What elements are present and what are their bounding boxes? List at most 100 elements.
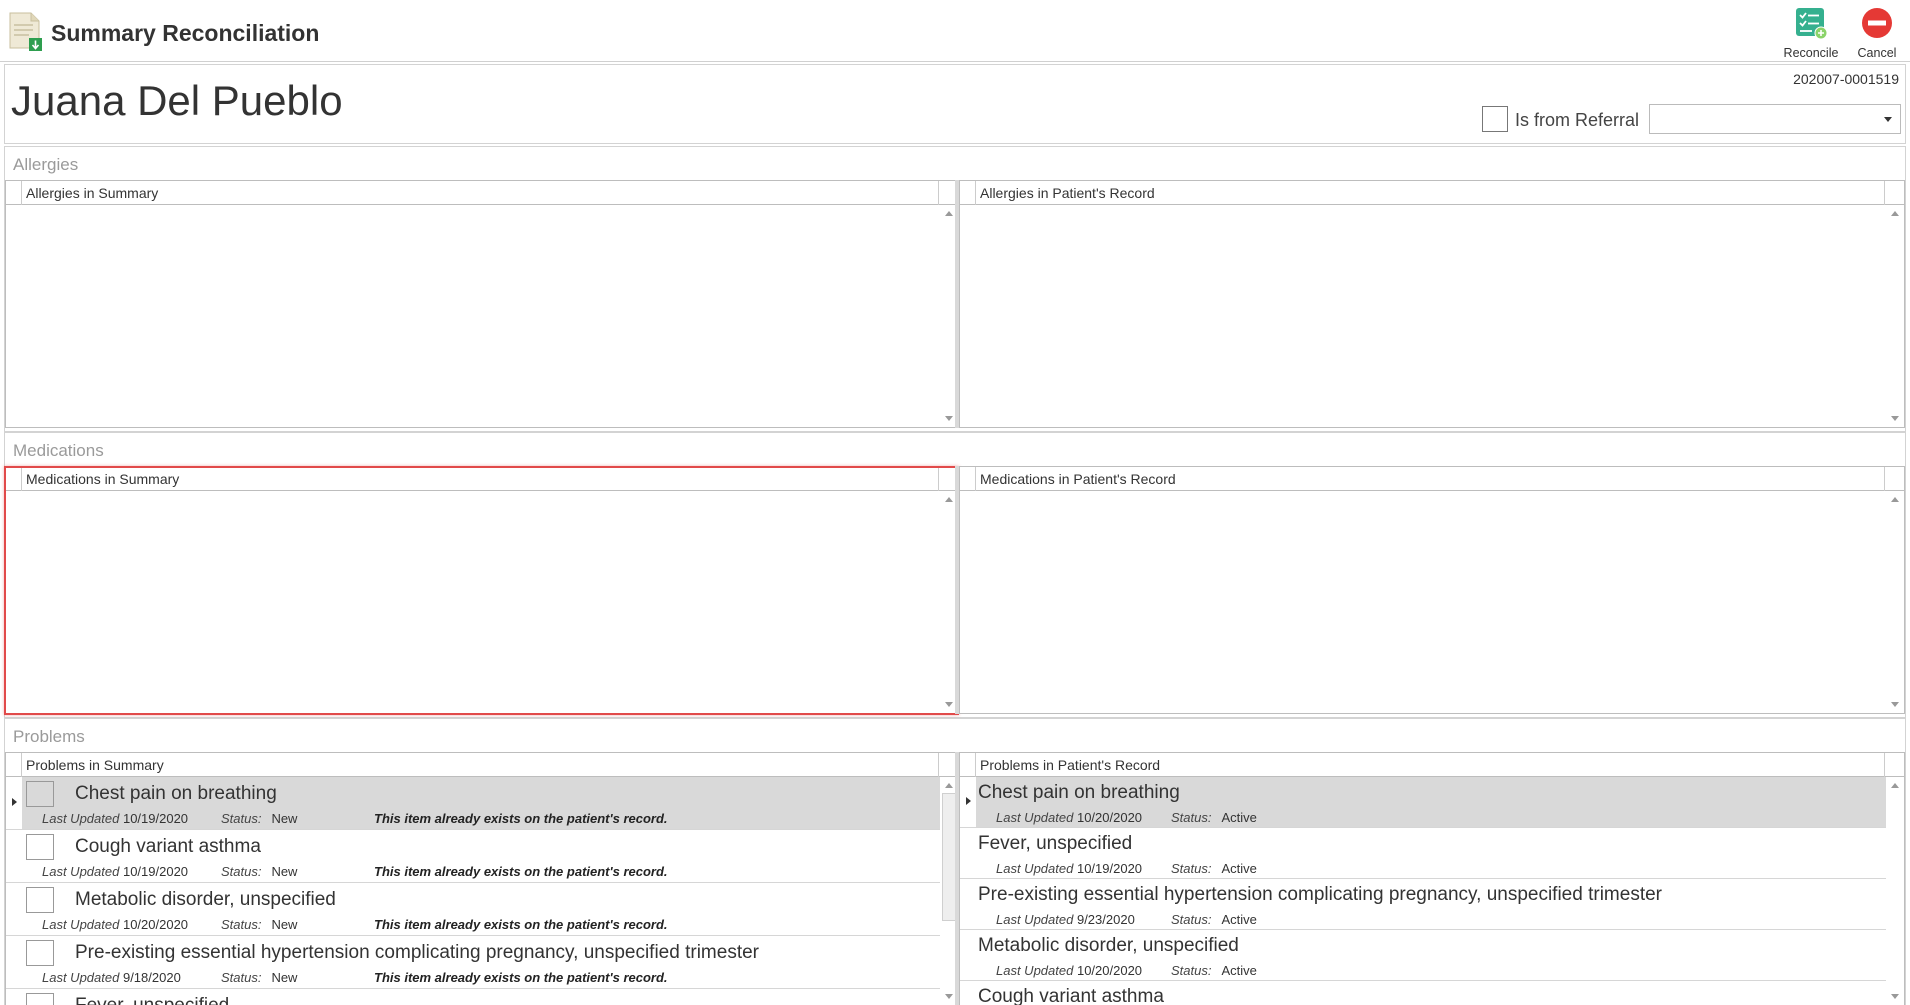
medications-section: Medications Medications in Summary Medic… [4,432,1906,718]
scroll-up-arrow-icon[interactable] [1891,497,1899,502]
vertical-scrollbar[interactable] [1886,777,1904,1005]
last-updated-label: Last Updated [996,912,1074,927]
row-selector[interactable] [960,981,976,1005]
scroll-down-arrow-icon[interactable] [1891,416,1899,421]
status-label: Status: [220,970,262,985]
problem-record-row[interactable]: Chest pain on breathing Last Updated 10/2… [960,777,1886,828]
problem-select-checkbox[interactable] [26,993,54,1005]
grid-header: Problems in Summary [6,753,958,777]
last-updated-label: Last Updated [42,864,120,879]
row-selector-header [960,467,976,491]
problem-name: Pre-existing essential hypertension comp… [75,942,759,963]
allergies-summary-header[interactable]: Allergies in Summary [26,185,158,201]
row-selector[interactable] [960,777,976,827]
scroll-up-arrow-icon[interactable] [1891,783,1899,788]
grid-header: Problems in Patient's Record [960,753,1904,777]
problem-record-row[interactable]: Cough variant asthmaLast Updated Status: [960,981,1886,1005]
row-selector[interactable] [6,989,22,1005]
scroll-up-arrow-icon[interactable] [1891,211,1899,216]
status-label: Status: [1170,810,1212,825]
row-selector[interactable] [6,936,22,988]
problem-record-row[interactable]: Pre-existing essential hypertension comp… [960,879,1886,930]
problem-summary-row[interactable]: Fever, unspecifiedLast Updated Status: [6,989,940,1005]
status-value: New [271,811,298,826]
grid-header: Medications in Patient's Record [960,467,1904,491]
problem-record-row[interactable]: Metabolic disorder, unspecified Last Upda… [960,930,1886,981]
row-selector[interactable] [960,879,976,929]
scroll-up-arrow-icon[interactable] [945,783,953,788]
status-label: Status: [220,864,262,879]
allergies-record-header[interactable]: Allergies in Patient's Record [980,185,1155,201]
problems-summary-grid[interactable]: Problems in Summary Chest pain on breath… [5,752,959,1005]
patient-name: Juana Del Pueblo [11,77,343,124]
document-import-icon [9,12,43,52]
problem-select-checkbox[interactable] [26,887,54,913]
row-selector[interactable] [6,777,22,829]
scroll-down-arrow-icon[interactable] [945,416,953,421]
problem-summary-row[interactable]: Metabolic disorder, unspecified Last Upda… [6,883,940,936]
last-updated-value: 10/19/2020 [122,811,189,826]
problem-meta: Last Updated 10/20/2020 Status: Active [996,810,1257,825]
problem-select-checkbox[interactable] [26,834,54,860]
reconcile-button[interactable]: Reconcile [1776,4,1846,60]
scrollbar-header [1884,753,1904,777]
last-updated-label: Last Updated [996,963,1074,978]
problem-summary-row[interactable]: Cough variant asthma Last Updated 10/19/2… [6,830,940,883]
reconcile-checklist-icon [1796,8,1828,40]
scrollbar-header [1884,181,1904,205]
problem-name: Fever, unspecified [75,995,229,1005]
problem-meta: Last Updated 10/20/2020 Status: Active [996,963,1257,978]
last-updated-value: 9/23/2020 [1076,912,1135,927]
status-value: New [271,970,298,985]
medications-record-header[interactable]: Medications in Patient's Record [980,471,1176,487]
problems-record-grid[interactable]: Problems in Patient's Record Chest pain … [959,752,1905,1005]
problem-name: Pre-existing essential hypertension comp… [978,884,1662,905]
problems-summary-list: Chest pain on breathing Last Updated 10/1… [6,777,940,1005]
status-value: Active [1221,963,1257,978]
medications-record-grid[interactable]: Medications in Patient's Record [959,466,1905,714]
problem-summary-row[interactable]: Chest pain on breathing Last Updated 10/1… [6,777,940,830]
allergies-summary-grid[interactable]: Allergies in Summary [5,180,959,428]
allergies-record-grid[interactable]: Allergies in Patient's Record [959,180,1905,428]
last-updated-label: Last Updated [996,861,1074,876]
problem-select-checkbox[interactable] [26,781,54,807]
reconcile-label: Reconcile [1783,46,1839,60]
problem-name: Metabolic disorder, unspecified [75,889,336,910]
referral-dropdown[interactable] [1649,104,1901,134]
problem-record-row[interactable]: Fever, unspecified Last Updated 10/19/202… [960,828,1886,879]
last-updated-value: 10/19/2020 [1076,861,1143,876]
status-label: Status: [1170,861,1212,876]
scroll-down-arrow-icon[interactable] [1891,702,1899,707]
row-selector[interactable] [6,883,22,935]
row-selector[interactable] [960,828,976,878]
scrollbar-thumb[interactable] [942,793,956,921]
duplicate-note: This item already exists on the patient'… [374,970,668,985]
scroll-down-arrow-icon[interactable] [945,994,953,999]
problems-summary-header[interactable]: Problems in Summary [26,757,164,773]
problem-summary-row[interactable]: Pre-existing essential hypertension comp… [6,936,940,989]
vertical-scrollbar[interactable] [1886,205,1904,427]
allergies-section-title: Allergies [13,155,79,174]
is-from-referral-checkbox[interactable] [1482,106,1508,132]
row-selector[interactable] [6,830,22,882]
last-updated-value: 10/20/2020 [1076,810,1143,825]
status-value: Active [1221,810,1257,825]
vertical-scrollbar[interactable] [1886,491,1904,713]
last-updated-value: 10/20/2020 [122,917,189,932]
problem-name: Metabolic disorder, unspecified [978,935,1239,956]
app-title: Summary Reconciliation [51,20,320,46]
problem-select-checkbox[interactable] [26,940,54,966]
problems-record-header[interactable]: Problems in Patient's Record [980,757,1160,773]
scroll-up-arrow-icon[interactable] [945,211,953,216]
problem-meta: Last Updated 9/23/2020 Status: Active [996,912,1257,927]
problem-meta: Last Updated 9/18/2020 Status: New [42,970,297,985]
allergies-section: Allergies Allergies in Summary Allergies… [4,146,1906,432]
medications-section-title: Medications [13,441,104,460]
row-selector[interactable] [960,930,976,980]
duplicate-note: This item already exists on the patient'… [374,811,668,826]
scroll-down-arrow-icon[interactable] [1891,994,1899,999]
problems-section-title: Problems [13,727,85,746]
problem-name: Fever, unspecified [978,833,1133,854]
status-value: Active [1221,912,1257,927]
cancel-button[interactable]: Cancel [1842,4,1910,60]
